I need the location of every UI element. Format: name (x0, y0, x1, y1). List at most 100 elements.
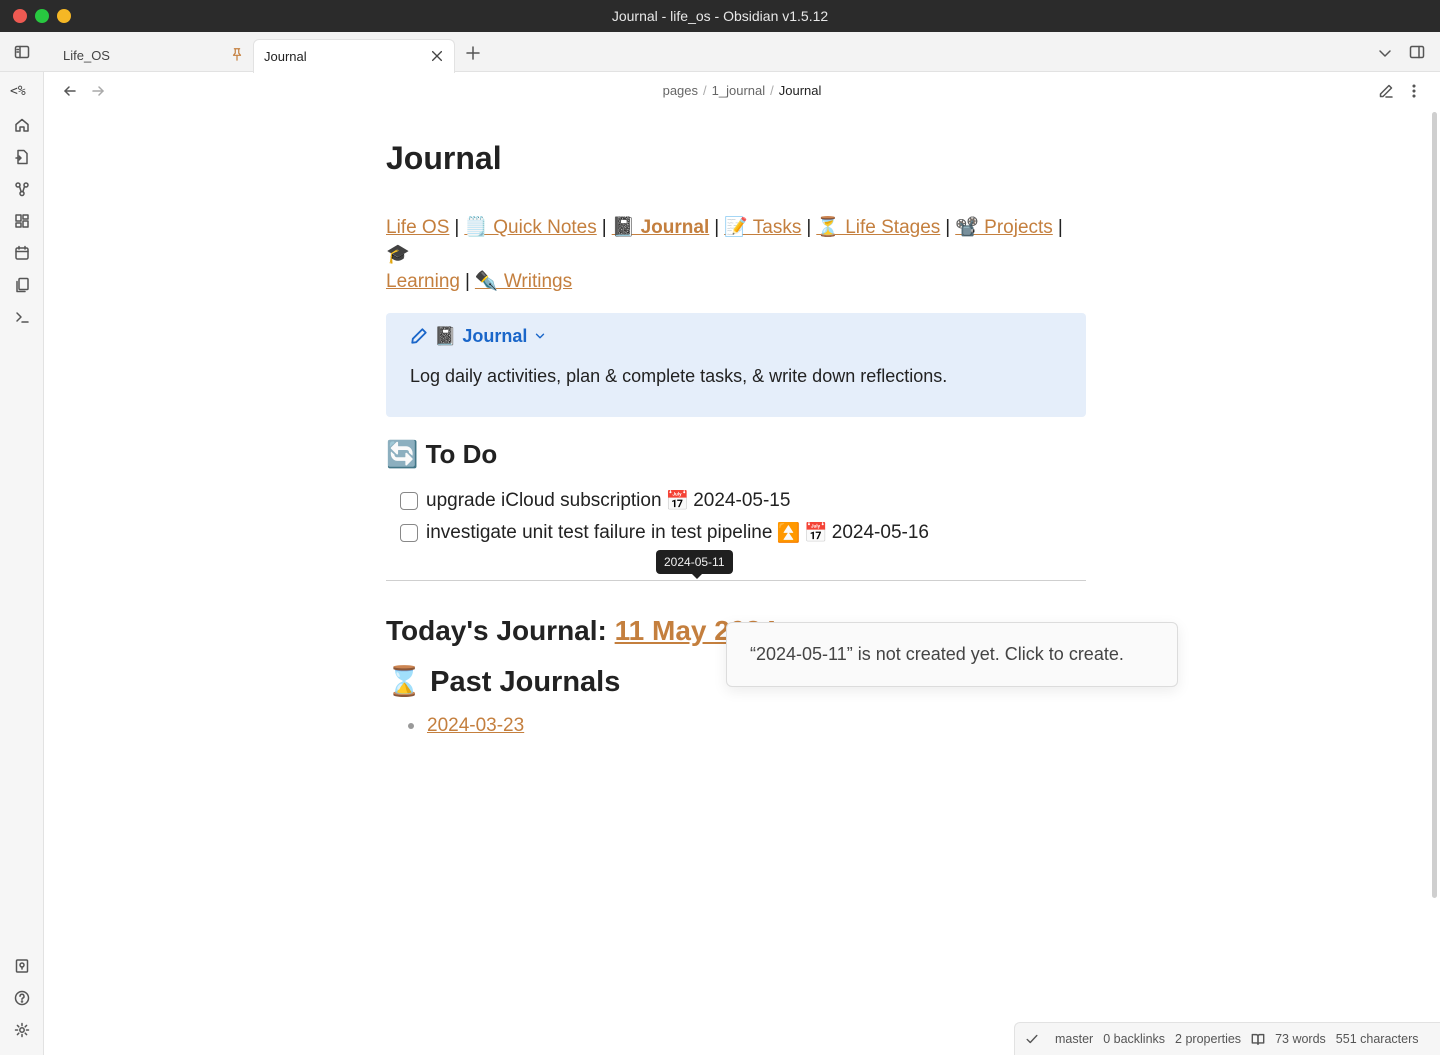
tab-journal[interactable]: Journal (253, 39, 455, 73)
more-vertical-icon (1412, 84, 1416, 98)
callout-body: Log daily activities, plan & complete ta… (410, 366, 948, 386)
canvas-button[interactable] (10, 209, 34, 233)
pencil-icon (1379, 84, 1393, 98)
home-icon (15, 118, 29, 132)
word-count: 73 words (1275, 1032, 1326, 1046)
settings-button[interactable] (10, 1018, 34, 1042)
tab-label: Life_OS (63, 48, 110, 63)
toggle-left-sidebar-button[interactable] (10, 40, 34, 64)
status-bar: master 0 backlinks 2 properties 73 words… (1014, 1022, 1440, 1055)
link-projects[interactable]: 📽️ Projects (955, 217, 1053, 238)
window-controls (13, 9, 71, 23)
character-count: 551 characters (1335, 1032, 1419, 1046)
scrollbar[interactable] (1432, 112, 1437, 898)
high-priority-icon: ⏫ (776, 523, 801, 544)
task-list: upgrade iCloud subscription 📅 2024-05-15… (386, 485, 1086, 549)
open-quick-switcher-button[interactable] (10, 145, 34, 169)
close-window-button[interactable] (13, 9, 27, 23)
tab-bar: Life_OS Journal (0, 32, 1440, 73)
callout-emoji: 📓 (434, 325, 457, 346)
separator: | (464, 271, 470, 292)
past-journal-link[interactable]: 2024-03-23 (427, 715, 524, 737)
check-icon[interactable] (1025, 1032, 1039, 1046)
vault-icon (15, 959, 29, 973)
link-life-stages[interactable]: ⏳ Life Stages (816, 217, 940, 238)
breadcrumb-journal-folder[interactable]: 1_journal (712, 83, 766, 98)
separator: | (714, 217, 720, 238)
bullet (408, 723, 414, 729)
chevron-down-icon (536, 333, 545, 339)
task-item: upgrade iCloud subscription 📅 2024-05-15 (386, 485, 1086, 517)
sidebar-left-icon (14, 45, 30, 59)
backlinks-count[interactable]: 0 backlinks (1103, 1032, 1165, 1046)
past-journals-list: 2024-03-23 (386, 715, 1086, 737)
open-vault-button[interactable] (10, 954, 34, 978)
templater-button[interactable]: <% (10, 84, 26, 99)
separator: | (945, 217, 951, 238)
breadcrumb-pages[interactable]: pages (663, 83, 698, 98)
page-title: Journal (386, 140, 502, 176)
horizontal-rule (386, 580, 1086, 581)
separator: | (806, 217, 812, 238)
task-item: investigate unit test failure in test pi… (386, 517, 1086, 549)
task-due-date: 2024-05-15 (693, 490, 791, 511)
tab-label: Journal (264, 49, 307, 64)
view-header: pages / 1_journal / Journal (44, 72, 1440, 110)
daily-note-button[interactable] (10, 241, 34, 265)
link-learning[interactable]: Learning (386, 271, 460, 292)
link-learning-emoji[interactable]: 🎓 (386, 244, 410, 265)
separator: | (1057, 217, 1063, 238)
pencil-icon (411, 328, 427, 344)
link-writings[interactable]: ✒️ Writings (475, 271, 572, 292)
task-checkbox[interactable] (400, 492, 418, 510)
minimize-window-button[interactable] (57, 9, 71, 23)
graph-icon (15, 182, 29, 197)
callout-title-text: Journal (462, 325, 528, 346)
terminal-icon (16, 312, 29, 323)
breadcrumb-separator: / (703, 83, 707, 98)
book-open-icon[interactable] (1251, 1032, 1265, 1046)
help-icon (14, 990, 30, 1006)
link-life-os[interactable]: Life OS (386, 217, 449, 238)
link-tooltip: 2024-05-11 (656, 550, 733, 579)
callout-title[interactable]: 📓 Journal (410, 325, 1062, 347)
properties-count[interactable]: 2 properties (1175, 1032, 1241, 1046)
git-branch[interactable]: master (1055, 1032, 1093, 1046)
tab-life-os[interactable]: Life_OS (50, 39, 250, 72)
home-button[interactable] (10, 113, 34, 137)
window-title: Journal - life_os - Obsidian v1.5.12 (611, 8, 829, 24)
link-quick-notes[interactable]: 🗒️ Quick Notes (464, 217, 596, 238)
breadcrumb-current[interactable]: Journal (779, 83, 822, 98)
separator: | (601, 217, 607, 238)
hover-preview-popover[interactable]: “2024-05-11” is not created yet. Click t… (726, 622, 1178, 687)
link-journal[interactable]: 📓 Journal (612, 217, 710, 238)
left-ribbon: <% (0, 72, 44, 1055)
due-date-icon: 📅 (665, 491, 690, 512)
help-button[interactable] (10, 986, 34, 1010)
file-switch-icon (15, 149, 28, 165)
files-icon (16, 277, 29, 293)
templates-button[interactable] (10, 273, 34, 297)
close-icon[interactable] (430, 49, 444, 63)
new-tab-button[interactable] (461, 41, 485, 65)
graph-view-button[interactable] (10, 177, 34, 201)
calendar-icon (15, 245, 29, 260)
plus-icon (466, 46, 480, 60)
tab-list-button[interactable] (1373, 41, 1397, 65)
title-bar: Journal - life_os - Obsidian v1.5.12 (0, 0, 1440, 32)
task-checkbox[interactable] (400, 524, 418, 542)
sidebar-right-icon (1409, 45, 1425, 59)
toggle-right-sidebar-button[interactable] (1405, 40, 1429, 64)
pin-icon[interactable] (230, 47, 244, 61)
task-due-date: 2024-05-16 (831, 522, 929, 543)
command-palette-button[interactable] (10, 305, 34, 329)
edit-mode-button[interactable] (1374, 79, 1398, 103)
layout-dashboard-icon (15, 214, 29, 228)
task-text: upgrade iCloud subscription (426, 490, 662, 511)
link-tasks[interactable]: 📝 Tasks (724, 217, 801, 238)
more-options-button[interactable] (1402, 79, 1426, 103)
todays-journal-label: Today's Journal: (386, 615, 607, 646)
nav-links: Life OS | 🗒️ Quick Notes | 📓 Journal | 📝 Tasks… (386, 214, 1086, 295)
chevron-down-icon (1379, 50, 1391, 57)
maximize-window-button[interactable] (35, 9, 49, 23)
